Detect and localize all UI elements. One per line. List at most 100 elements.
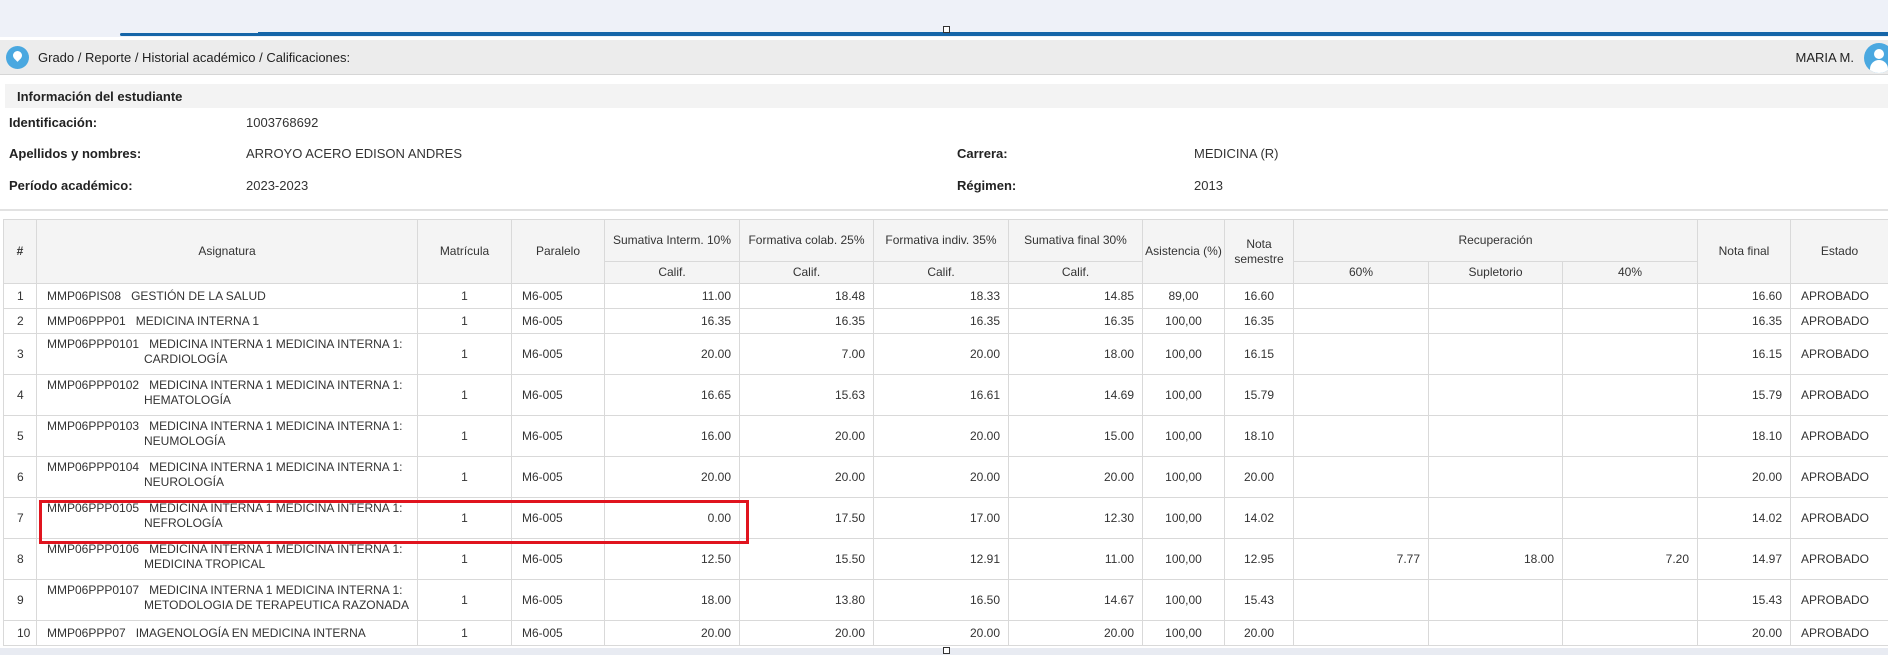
col-nota-final: Nota final xyxy=(1697,219,1791,284)
breadcrumb: Grado / Reporte / Historial académico / … xyxy=(38,49,351,65)
status-cell: APROBADO xyxy=(1790,283,1888,309)
semester-grade-cell: 15.79 xyxy=(1224,374,1294,416)
col-sumativa-final: Sumativa final 30% xyxy=(1008,219,1143,262)
subject-code: MMP06PPP0101 xyxy=(47,337,140,351)
sumativa-interm-cell: 11.00 xyxy=(604,283,740,309)
table-row: 10 MMP06PPP07 IMAGENOLOGÍA EN MEDICINA IN… xyxy=(3,620,1888,646)
sumativa-interm-cell: 16.65 xyxy=(604,374,740,416)
name-value: ARROYO ACERO EDISON ANDRES xyxy=(246,146,462,161)
user-name[interactable]: MARIA M. xyxy=(1795,50,1854,65)
table-row: 9 MMP06PPP0107 MEDICINA INTERNA 1 MEDICIN… xyxy=(3,579,1888,621)
resize-handle-top[interactable] xyxy=(943,26,950,33)
subject-name-line2: HEMATOLOGÍA xyxy=(144,393,231,407)
sub-calif: Calif. xyxy=(1008,261,1143,284)
status-cell: APROBADO xyxy=(1790,620,1888,646)
sub-calif: Calif. xyxy=(604,261,740,284)
subject-cell: MMP06PPP01 MEDICINA INTERNA 1 xyxy=(36,308,418,334)
sumativa-interm-cell: 16.35 xyxy=(604,308,740,334)
attendance-cell: 100,00 xyxy=(1142,374,1225,416)
location-pin-icon xyxy=(6,45,29,69)
recovery-60-cell xyxy=(1293,579,1429,621)
user-avatar-icon[interactable] xyxy=(1864,43,1888,73)
sumativa-interm-cell: 0.00 xyxy=(604,497,740,539)
col-estado: Estado xyxy=(1790,219,1888,284)
formativa-colab-cell: 20.00 xyxy=(739,620,874,646)
parallel-cell: M6-005 xyxy=(511,620,605,646)
subject-name: MEDICINA INTERNA 1 MEDICINA INTERNA 1: xyxy=(149,501,403,515)
enrollment-cell: 1 xyxy=(417,620,512,646)
formativa-indiv-cell: 20.00 xyxy=(873,620,1009,646)
row-number: 6 xyxy=(3,456,37,498)
enrollment-cell: 1 xyxy=(417,333,512,375)
attendance-cell: 100,00 xyxy=(1142,456,1225,498)
final-grade-cell: 18.10 xyxy=(1697,415,1791,457)
subject-code: MMP06PPP0106 xyxy=(47,542,140,556)
parallel-cell: M6-005 xyxy=(511,538,605,580)
final-grade-cell: 15.79 xyxy=(1697,374,1791,416)
recovery-60-cell xyxy=(1293,283,1429,309)
supletorio-cell xyxy=(1428,333,1563,375)
formativa-indiv-cell: 18.33 xyxy=(873,283,1009,309)
formativa-indiv-cell: 20.00 xyxy=(873,333,1009,375)
sumativa-final-cell: 14.69 xyxy=(1008,374,1143,416)
subject-name-line2: NEFROLOGÍA xyxy=(144,516,223,530)
subject-cell: MMP06PIS08 GESTIÓN DE LA SALUD xyxy=(36,283,418,309)
col-matricula: Matrícula xyxy=(417,219,512,284)
recovery-60-cell xyxy=(1293,333,1429,375)
semester-grade-cell: 16.60 xyxy=(1224,283,1294,309)
subject-code: MMP06PPP0104 xyxy=(47,460,140,474)
formativa-indiv-cell: 16.35 xyxy=(873,308,1009,334)
col-num: # xyxy=(3,219,37,284)
subject-name-line2: METODOLOGIA DE TERAPEUTICA RAZONADA xyxy=(144,598,409,612)
subject-name: MEDICINA INTERNA 1 MEDICINA INTERNA 1: xyxy=(149,378,403,392)
recovery-40-cell xyxy=(1562,620,1698,646)
id-value: 1003768692 xyxy=(246,115,319,130)
attendance-cell: 100,00 xyxy=(1142,308,1225,334)
subject-cell: MMP06PPP0105 MEDICINA INTERNA 1 MEDICINA… xyxy=(36,497,418,539)
col-formativa-indiv: Formativa indiv. 35% xyxy=(873,219,1009,262)
subject-name-line2: MEDICINA TROPICAL xyxy=(144,557,266,571)
row-number: 2 xyxy=(3,308,37,334)
recovery-40-cell xyxy=(1562,456,1698,498)
formativa-colab-cell: 15.50 xyxy=(739,538,874,580)
parallel-cell: M6-005 xyxy=(511,308,605,334)
col-paralelo: Paralelo xyxy=(511,219,605,284)
attendance-cell: 100,00 xyxy=(1142,579,1225,621)
parallel-cell: M6-005 xyxy=(511,579,605,621)
semester-grade-cell: 15.43 xyxy=(1224,579,1294,621)
col-asistencia: Asistencia (%) xyxy=(1142,219,1225,284)
subject-code: MMP06PPP0105 xyxy=(47,501,140,515)
period-label: Período académico: xyxy=(9,178,133,193)
recovery-60-cell xyxy=(1293,374,1429,416)
final-grade-cell: 15.43 xyxy=(1697,579,1791,621)
recovery-60-cell xyxy=(1293,308,1429,334)
formativa-colab-cell: 16.35 xyxy=(739,308,874,334)
subject-name: MEDICINA INTERNA 1 MEDICINA INTERNA 1: xyxy=(149,542,403,556)
sub-supletorio: Supletorio xyxy=(1428,261,1563,284)
status-cell: APROBADO xyxy=(1790,333,1888,375)
section-divider xyxy=(0,209,1888,211)
sub-rec-40: 40% xyxy=(1562,261,1698,284)
semester-grade-cell: 16.15 xyxy=(1224,333,1294,375)
recovery-40-cell xyxy=(1562,333,1698,375)
subject-name-line2: NEUROLOGÍA xyxy=(144,475,225,489)
resize-handle-bottom[interactable] xyxy=(943,647,950,654)
row-number: 4 xyxy=(3,374,37,416)
recovery-60-cell xyxy=(1293,497,1429,539)
supletorio-cell: 18.00 xyxy=(1428,538,1563,580)
attendance-cell: 100,00 xyxy=(1142,538,1225,580)
attendance-cell: 100,00 xyxy=(1142,497,1225,539)
subject-cell: MMP06PPP0107 MEDICINA INTERNA 1 MEDICINA… xyxy=(36,579,418,621)
status-cell: APROBADO xyxy=(1790,579,1888,621)
subject-code: MMP06PPP01 xyxy=(47,313,126,328)
enrollment-cell: 1 xyxy=(417,497,512,539)
career-label: Carrera: xyxy=(957,146,1008,161)
formativa-indiv-cell: 12.91 xyxy=(873,538,1009,580)
recovery-40-cell xyxy=(1562,374,1698,416)
sumativa-final-cell: 11.00 xyxy=(1008,538,1143,580)
recovery-60-cell: 7.77 xyxy=(1293,538,1429,580)
formativa-indiv-cell: 20.00 xyxy=(873,415,1009,457)
subject-cell: MMP06PPP07 IMAGENOLOGÍA EN MEDICINA INTE… xyxy=(36,620,418,646)
final-grade-cell: 16.15 xyxy=(1697,333,1791,375)
final-grade-cell: 20.00 xyxy=(1697,620,1791,646)
